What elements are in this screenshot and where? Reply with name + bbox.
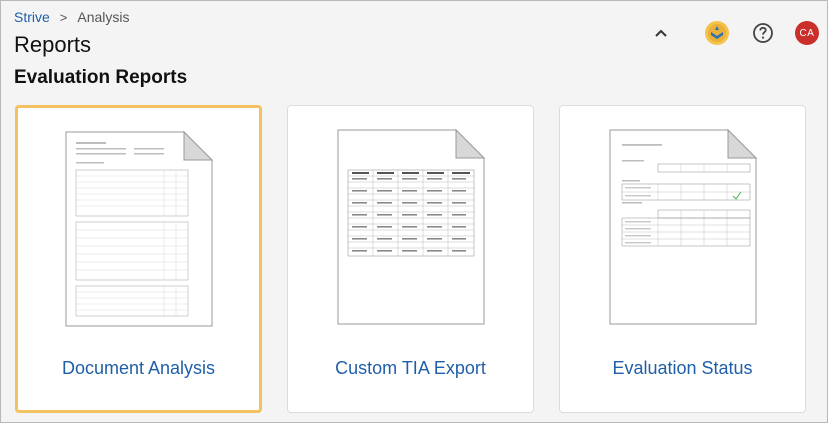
- card-document-analysis[interactable]: Document Analysis: [15, 105, 262, 413]
- chevron-up-icon: [655, 29, 667, 37]
- breadcrumb-separator: >: [59, 9, 68, 25]
- help-button[interactable]: [749, 19, 777, 47]
- card-label: Custom TIA Export: [335, 358, 486, 378]
- spreadsheet-thumbnail-icon: [337, 128, 485, 325]
- product-badge-button[interactable]: [703, 19, 731, 47]
- breadcrumb: Strive > Analysis: [14, 9, 130, 25]
- section-title: Evaluation Reports: [14, 67, 188, 88]
- breadcrumb-root-link[interactable]: Strive: [14, 9, 50, 25]
- card-evaluation-status[interactable]: Evaluation Status: [559, 105, 806, 413]
- collapse-button[interactable]: [647, 19, 675, 47]
- document-thumbnail-icon: [65, 130, 213, 327]
- card-label: Evaluation Status: [612, 358, 753, 378]
- card-custom-tia-export[interactable]: Custom TIA Export: [287, 105, 534, 413]
- user-avatar[interactable]: CA: [795, 21, 819, 45]
- help-icon: [753, 23, 773, 43]
- card-label: Document Analysis: [61, 358, 216, 378]
- page-title: Reports: [14, 32, 92, 57]
- breadcrumb-current: Analysis: [77, 9, 130, 25]
- header-actions: CA: [647, 19, 819, 47]
- app-frame: Strive > Analysis Reports Evaluation Rep…: [0, 0, 828, 423]
- status-report-thumbnail-icon: [609, 128, 757, 325]
- product-badge-icon: [705, 21, 729, 45]
